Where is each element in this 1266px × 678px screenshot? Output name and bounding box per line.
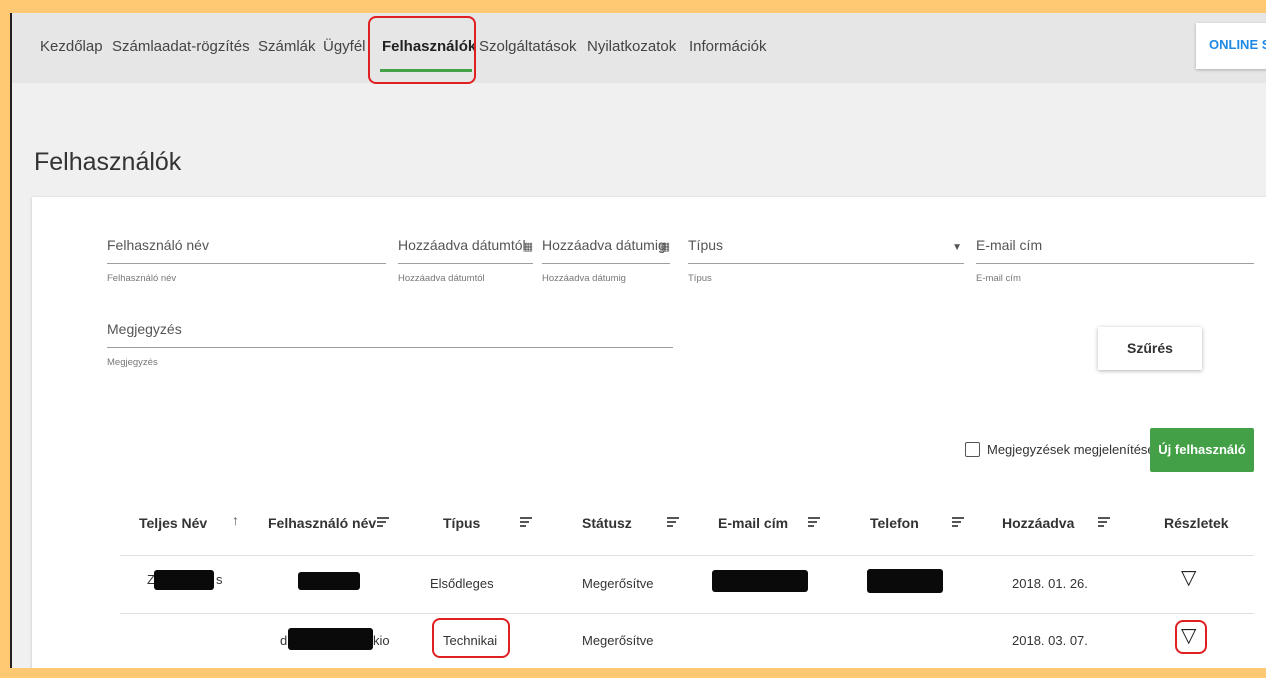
nav-item-client[interactable]: Ügyfél — [323, 38, 366, 55]
arrow-up-icon[interactable]: ↑ — [232, 512, 239, 528]
show-notes-label: Megjegyzések megjelenítése — [987, 442, 1155, 457]
note-filter-hint: Megjegyzés — [107, 357, 158, 368]
type-select-underline — [688, 263, 964, 264]
calendar-icon[interactable]: ▦ — [523, 240, 533, 253]
note-filter-underline — [107, 347, 673, 348]
col-header-full-name[interactable]: Teljes Név — [139, 515, 207, 531]
cell-status: Megerősítve — [582, 633, 654, 648]
cell-full-name-suffix: s — [216, 572, 223, 587]
dropdown-arrow-icon: ▼ — [952, 242, 962, 253]
date-to-field[interactable]: Hozzáadva dátumig ▦ Hozzáadva dátumig — [542, 237, 670, 287]
nav-item-services[interactable]: Szolgáltatások — [479, 38, 577, 55]
filter-lines-icon[interactable] — [952, 517, 964, 527]
nav-item-information[interactable]: Információk — [689, 38, 767, 55]
email-filter-underline — [976, 263, 1254, 264]
date-from-field[interactable]: Hozzáadva dátumtól ▦ Hozzáadva dátumtól — [398, 237, 533, 287]
cell-username-prefix: d — [280, 633, 288, 648]
filter-lines-icon[interactable] — [667, 517, 679, 527]
email-filter-label: E-mail cím — [976, 237, 1043, 253]
new-user-button[interactable]: Új felhasználó — [1150, 428, 1254, 472]
show-notes-checkbox[interactable] — [965, 442, 980, 457]
note-filter-field[interactable]: Megjegyzés Megjegyzés — [107, 321, 673, 371]
col-header-added[interactable]: Hozzáadva — [1002, 515, 1074, 531]
cell-username-suffix: kio — [373, 633, 390, 648]
filter-lines-icon[interactable] — [520, 517, 532, 527]
filter-lines-icon[interactable] — [1098, 517, 1110, 527]
cell-added: 2018. 03. 07. — [1012, 633, 1088, 648]
table-row-divider — [120, 555, 1254, 556]
nav-item-declarations[interactable]: Nyilatkozatok — [587, 38, 676, 55]
filter-lines-icon[interactable] — [808, 517, 820, 527]
annotation-highlight-type-cell — [432, 618, 510, 658]
nav-item-invoice-entry[interactable]: Számlaadat-rögzítés — [112, 38, 250, 55]
type-select-hint: Típus — [688, 273, 712, 284]
col-header-details: Részletek — [1164, 515, 1229, 531]
username-filter-field[interactable]: Felhasználó név Felhasználó név — [107, 237, 386, 287]
annotation-highlight-users-tab — [368, 16, 476, 84]
cell-type: Elsődleges — [430, 576, 494, 591]
triangle-down-outline-icon[interactable]: ▽ — [1181, 565, 1196, 590]
users-card: Felhasználó név Felhasználó név Hozzáadv… — [32, 197, 1266, 668]
nav-item-home[interactable]: Kezdőlap — [40, 38, 103, 55]
type-select[interactable]: Típus ▼ Típus — [688, 237, 964, 287]
col-header-status[interactable]: Státusz — [582, 515, 632, 531]
email-filter-field[interactable]: E-mail cím E-mail cím — [976, 237, 1254, 287]
col-header-type[interactable]: Típus — [443, 515, 480, 531]
date-to-label: Hozzáadva dátumig — [542, 237, 666, 253]
cell-added: 2018. 01. 26. — [1012, 576, 1088, 591]
col-header-phone[interactable]: Telefon — [870, 515, 919, 531]
redacted-block — [712, 570, 808, 592]
type-select-label: Típus — [688, 237, 724, 253]
redacted-block — [288, 628, 373, 650]
table-row-divider — [120, 613, 1254, 614]
col-header-username[interactable]: Felhasználó név — [268, 515, 376, 531]
date-from-label: Hozzáadva dátumtól — [398, 237, 526, 253]
username-filter-label: Felhasználó név — [107, 237, 209, 253]
note-filter-label: Megjegyzés — [107, 321, 182, 337]
online-button[interactable]: ONLINE SZ — [1196, 23, 1266, 69]
username-filter-hint: Felhasználó név — [107, 273, 177, 284]
app-frame: Kezdőlap Számlaadat-rögzítés Számlák Ügy… — [10, 13, 1266, 668]
email-filter-hint: E-mail cím — [976, 273, 1021, 284]
filter-button[interactable]: Szűrés — [1098, 327, 1202, 370]
redacted-block — [298, 572, 360, 590]
page-title: Felhasználók — [34, 148, 182, 176]
filter-lines-icon[interactable] — [377, 517, 389, 527]
calendar-icon[interactable]: ▦ — [660, 240, 670, 253]
date-to-hint: Hozzáadva dátumig — [542, 273, 626, 284]
redacted-block — [867, 569, 943, 593]
col-header-email[interactable]: E-mail cím — [718, 515, 788, 531]
date-to-underline — [542, 263, 670, 264]
cell-status: Megerősítve — [582, 576, 654, 591]
redacted-block — [154, 570, 214, 590]
date-from-hint: Hozzáadva dátumtól — [398, 273, 485, 284]
date-from-underline — [398, 263, 533, 264]
annotation-highlight-details-icon — [1175, 620, 1207, 654]
nav-item-invoices[interactable]: Számlák — [258, 38, 316, 55]
top-navbar: Kezdőlap Számlaadat-rögzítés Számlák Ügy… — [12, 13, 1266, 84]
username-filter-underline — [107, 263, 386, 264]
